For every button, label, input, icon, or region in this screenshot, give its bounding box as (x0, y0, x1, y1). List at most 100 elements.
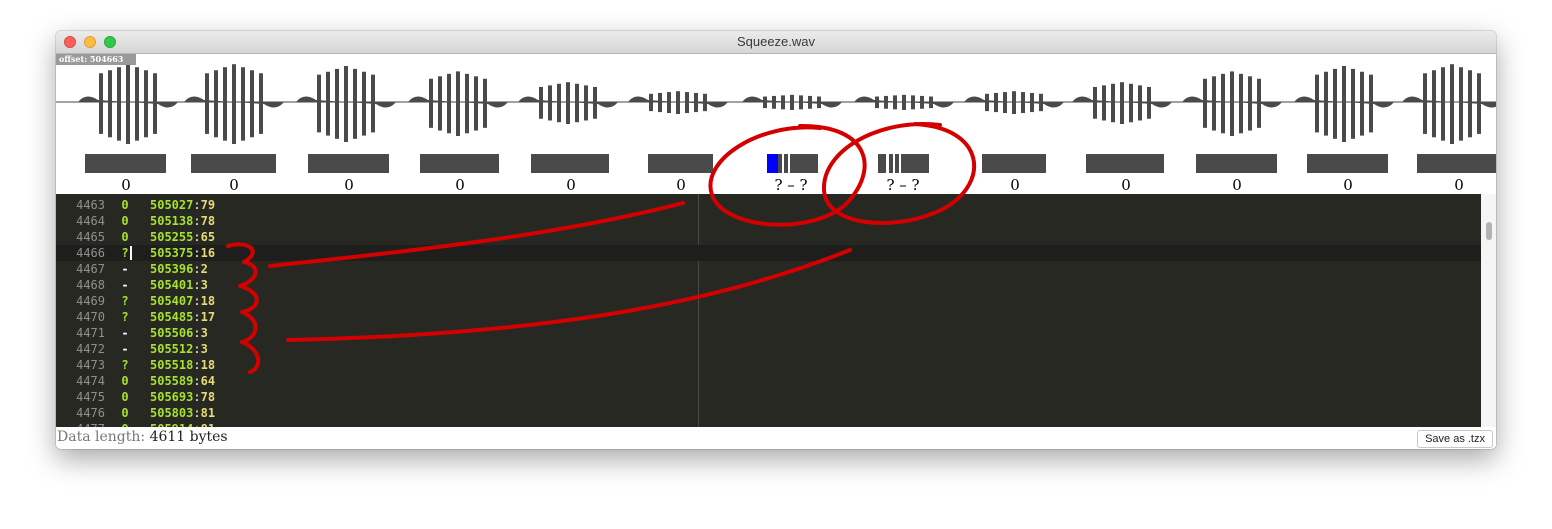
waveform-cycle (135, 67, 139, 141)
pulse-symbol: 0 (121, 406, 129, 420)
pulse-row[interactable]: 4467 - 505396:2 (56, 261, 1481, 277)
waveform-cycle (214, 70, 218, 138)
waveform-cycle (1111, 83, 1115, 123)
pulse-segment[interactable] (784, 154, 788, 173)
waveform-cycle (117, 67, 121, 141)
waveform-cycle (893, 95, 897, 110)
waveform-cycle (344, 66, 348, 142)
pulse-length: 3 (200, 278, 208, 292)
waveform-cycle (649, 93, 653, 112)
offset-label: offset: 504663 (56, 54, 136, 65)
waveform-cycle (575, 83, 579, 123)
waveform-cycle (1423, 73, 1427, 134)
waveform-cycle (676, 91, 680, 114)
waveform-cycle (108, 70, 112, 138)
pulse-row[interactable]: 4474 0 505589:64 (56, 373, 1481, 389)
pulse-block[interactable] (191, 154, 276, 173)
pulse-segment[interactable] (790, 154, 818, 173)
line-number: 4467 (76, 262, 105, 276)
line-number: 4475 (76, 390, 105, 404)
pulse-length: 17 (200, 310, 216, 324)
pulse-label: 0 (566, 176, 576, 194)
pulse-segment[interactable] (901, 154, 929, 173)
line-number: 4474 (76, 374, 105, 388)
line-number: 4464 (76, 214, 105, 228)
pulse-segment[interactable] (895, 154, 899, 173)
pulse-symbol: - (121, 262, 129, 276)
waveform-cycle (126, 64, 130, 144)
pulse-symbol: - (121, 326, 129, 340)
waveform-cycle (326, 71, 330, 136)
line-number: 4471 (76, 326, 105, 340)
save-tzx-button[interactable]: Save as .tzx (1417, 430, 1493, 448)
waveform-cycle (1450, 64, 1454, 144)
pulse-block[interactable] (420, 154, 499, 173)
pulse-length: 18 (200, 294, 216, 308)
pulse-label: 0 (121, 176, 131, 194)
pulse-length: 65 (200, 230, 216, 244)
title-bar[interactable]: Squeeze.wav (56, 31, 1496, 54)
waveform-cycle (1120, 82, 1124, 124)
pulse-symbol: 0 (121, 374, 129, 388)
line-number: 4472 (76, 342, 105, 356)
pulse-symbol: 0 (121, 230, 129, 244)
pulse-segment[interactable] (878, 154, 886, 173)
pulse-row[interactable]: 4470? 505485:17 (56, 309, 1481, 325)
waveform-cycle (548, 85, 552, 121)
pulse-label: 0 (455, 176, 465, 194)
waveform-cycle (763, 96, 767, 109)
pulse-block[interactable] (1307, 154, 1388, 173)
line-number: 4463 (76, 198, 105, 212)
pulse-symbol: ? (121, 310, 129, 324)
pulse-symbol: ? (121, 358, 129, 372)
waveform-cycle (781, 95, 785, 110)
pulse-row[interactable]: 4468 - 505401:3 (56, 277, 1481, 293)
pulse-row[interactable]: 4466? 505375:16 (56, 245, 1481, 261)
pulse-list-editor[interactable]: 4463 0 505027:79 4464 0 505138:78 4465 0 505255:… (56, 194, 1481, 427)
waveform-cycle (790, 94, 794, 110)
pulse-offset: 505255:65 (150, 230, 216, 244)
pulse-block[interactable] (308, 154, 389, 173)
pulse-block[interactable] (1417, 154, 1496, 173)
waveform-cycle (1432, 70, 1436, 138)
pulse-block[interactable] (1086, 154, 1164, 173)
waveform-cycle (902, 94, 906, 110)
waveform-cycle (994, 92, 998, 113)
pulse-block[interactable] (85, 154, 166, 173)
waveform-cycle (474, 76, 478, 131)
pulse-row[interactable]: 4463 0 505027:79 (56, 197, 1481, 213)
pulse-block[interactable] (1196, 154, 1277, 173)
pulse-block[interactable] (648, 154, 713, 173)
vertical-scrollbar[interactable] (1481, 194, 1496, 427)
line-number: 4476 (76, 406, 105, 420)
waveform-view[interactable]: offset: 504663 0 0 0 0 0 0 ? – ? ? – ? 0 0 0 0 0 (56, 54, 1496, 194)
pulse-row[interactable]: 4472 - 505512:3 (56, 341, 1481, 357)
pulse-length: 3 (200, 342, 208, 356)
pulse-length: 18 (200, 358, 216, 372)
pulse-row[interactable]: 4475 0 505693:78 (56, 389, 1481, 405)
waveform-cycle (884, 95, 888, 109)
pulse-length: 2 (200, 262, 208, 276)
pulse-row[interactable]: 4465 0 505255:65 (56, 229, 1481, 245)
pulse-segment[interactable] (889, 154, 893, 173)
waveform-cycle (250, 70, 254, 138)
waveform-cycle (1324, 71, 1328, 136)
waveform-cycle (1129, 83, 1133, 123)
waveform-cycle (438, 76, 442, 131)
waveform-cycle (205, 73, 209, 134)
waveform-cycle (362, 71, 366, 136)
pulse-row[interactable]: 4464 0 505138:78 (56, 213, 1481, 229)
pulse-row[interactable]: 4471 - 505506:3 (56, 325, 1481, 341)
pulse-block[interactable] (531, 154, 609, 173)
pulse-offset: 505518:18 (150, 358, 216, 372)
pulse-row[interactable]: 4476 0 505803:81 (56, 405, 1481, 421)
pulse-row[interactable]: 4469? 505407:18 (56, 293, 1481, 309)
scrollbar-thumb[interactable] (1486, 222, 1492, 240)
pulse-block[interactable] (982, 154, 1046, 173)
waveform-envelope (1402, 96, 1496, 108)
pulse-length: 3 (200, 326, 208, 340)
waveform-cycle (317, 74, 321, 133)
line-number: 4473 (76, 358, 105, 372)
pulse-segment[interactable] (778, 154, 782, 173)
pulse-row[interactable]: 4473? 505518:18 (56, 357, 1481, 373)
